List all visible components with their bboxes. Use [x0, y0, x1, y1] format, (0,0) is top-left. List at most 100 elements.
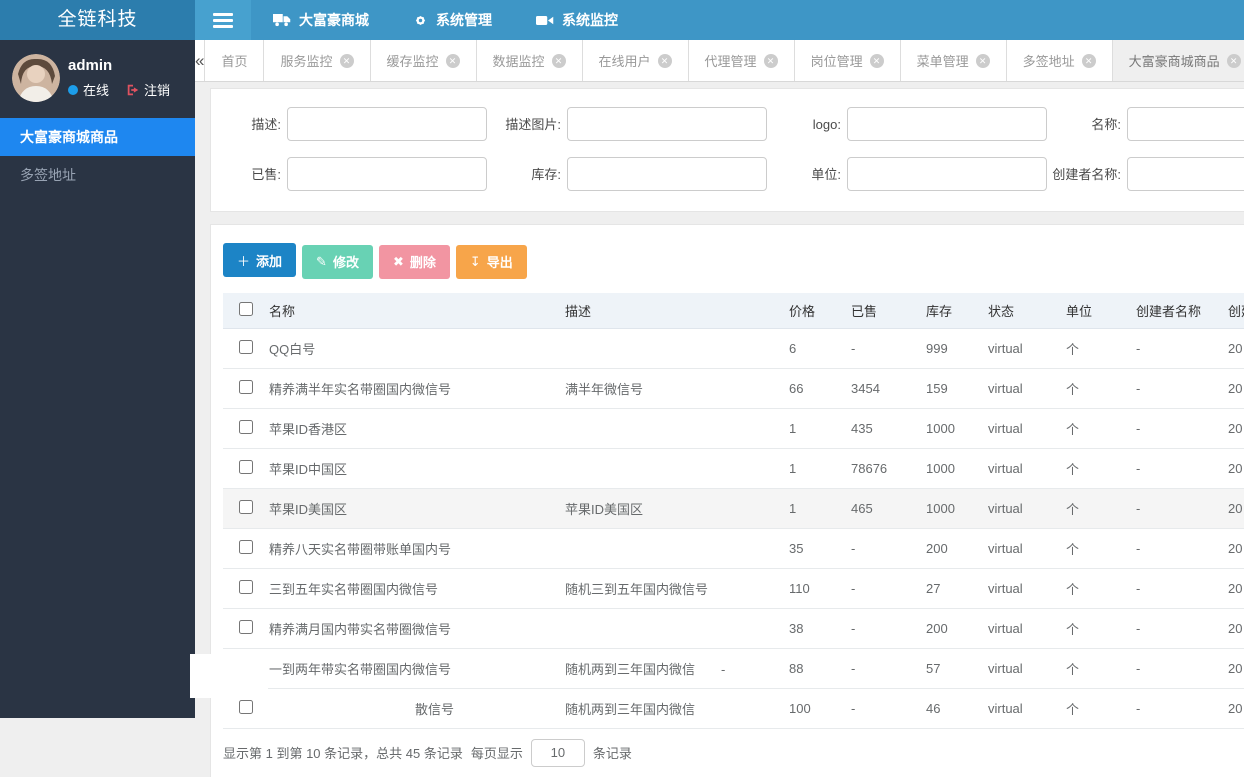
gear-icon [413, 13, 428, 28]
row-checkbox[interactable] [239, 579, 253, 594]
cell [559, 408, 783, 449]
field-input[interactable] [287, 107, 487, 141]
row-checkbox[interactable] [239, 419, 253, 434]
field-input[interactable] [847, 107, 1047, 141]
field-input[interactable] [567, 157, 767, 191]
select-all-checkbox[interactable] [239, 301, 253, 316]
tab-5[interactable]: 代理管理 ✕ [688, 40, 795, 81]
tab-3[interactable]: 数据监控 ✕ [476, 40, 583, 81]
tab-1[interactable]: 服务监控 ✕ [264, 40, 371, 81]
username: admin [68, 57, 113, 74]
cell: virtual [982, 688, 1060, 729]
tab-4[interactable]: 在线用户 ✕ [582, 40, 689, 81]
tab-close-icon[interactable]: ✕ [763, 53, 778, 68]
logout-icon [127, 84, 139, 95]
row-checkbox[interactable] [239, 699, 253, 714]
tab-close-icon[interactable]: ✕ [445, 53, 460, 68]
tab-7[interactable]: 菜单管理 ✕ [900, 40, 1007, 81]
cell: 1 [783, 448, 845, 489]
field-input[interactable] [567, 107, 767, 141]
row-checkbox[interactable] [239, 339, 253, 354]
cell: 20 [1222, 688, 1244, 729]
cell: 20 [1222, 608, 1244, 649]
page-size-select[interactable]: 10 [530, 738, 585, 767]
row-checkbox[interactable] [239, 499, 253, 514]
cell: virtual [982, 408, 1060, 449]
tab-close-icon[interactable]: ✕ [1226, 53, 1241, 68]
row-checkbox[interactable] [239, 459, 253, 474]
brand-logo: 全链科技 [0, 0, 195, 40]
table-row: 苹果ID香港区 1 435 1000 virtual 个 -20 [223, 408, 1244, 449]
row-checkbox[interactable] [239, 539, 253, 554]
row-checkbox[interactable] [239, 379, 253, 394]
edit-icon: ✎ [316, 253, 327, 269]
search-field-0-0: 描述: [211, 107, 491, 141]
topnav-item-2[interactable]: 系统监控 [514, 0, 640, 40]
tab-close-icon[interactable]: ✕ [551, 53, 566, 68]
tab-2[interactable]: 缓存监控 ✕ [370, 40, 477, 81]
cell: 159 [920, 368, 982, 409]
cell: 个 [1060, 688, 1130, 729]
search-field-1-1: 库存: [491, 157, 771, 191]
tab-9[interactable]: 大富豪商城商品 ✕ [1112, 40, 1244, 81]
column-header-2: 价格 [783, 292, 845, 329]
plus-icon: ＋ [237, 253, 251, 269]
export-button[interactable]: ↧ 导出 [455, 244, 527, 279]
field-label: 创建者名称: [1052, 166, 1121, 182]
cell: - [845, 568, 920, 609]
field-input[interactable] [1127, 107, 1244, 141]
tab-close-icon[interactable]: ✕ [339, 53, 354, 68]
tab-0[interactable]: 首页 [205, 40, 265, 81]
cell: - [845, 648, 920, 689]
cell: 57 [920, 648, 982, 689]
cell: - [1130, 568, 1222, 609]
tab-8[interactable]: 多签地址 ✕ [1006, 40, 1113, 81]
sidebar: admin 在线 注销 大富豪商城商品 多签地址 [0, 40, 195, 718]
sidebar-menu-item-1[interactable]: 多签地址 [0, 156, 195, 194]
cell: 1 [783, 488, 845, 529]
cell: 苹果ID中国区 [263, 448, 559, 489]
tab-close-icon[interactable]: ✕ [657, 53, 672, 68]
cell: 个 [1060, 608, 1130, 649]
add-button[interactable]: ＋添加 [223, 243, 297, 277]
sidebar-menu-item-0[interactable]: 大富豪商城商品 [0, 118, 195, 156]
table-header-row: 名称描述价格已售库存状态单位创建者名称创建时间 [223, 292, 1244, 329]
content: 描述: 描述图片: logo: 名称: 已售: 库存: 单位: 创建者名称: ＋添加 ✎ 修改 ✖ 删… [195, 82, 1244, 777]
column-header-8: 创建时间 [1222, 292, 1244, 329]
field-label: logo: [812, 116, 841, 132]
tab-6[interactable]: 岗位管理 ✕ [794, 40, 901, 81]
cell: 435 [845, 408, 920, 449]
cell: 苹果ID美国区 [559, 488, 783, 529]
topnav-item-0[interactable]: 大富豪商城 [251, 0, 391, 40]
tabs-scroll-left-button[interactable]: « [195, 40, 206, 81]
tab-close-icon[interactable]: ✕ [869, 53, 884, 68]
cell: 三到五年实名带圈国内微信号 [263, 568, 559, 609]
field-input[interactable] [847, 157, 1047, 191]
field-input[interactable] [287, 157, 487, 191]
table-row: 精养满半年实名带圈国内微信号 满半年微信号 66 3454 159 virtual 个 -20 [223, 368, 1244, 409]
field-input[interactable] [1127, 157, 1244, 191]
topnav-item-1[interactable]: 系统管理 [391, 0, 514, 40]
edit-button[interactable]: ✎ 修改 [302, 244, 373, 279]
user-panel: admin 在线 注销 [0, 40, 195, 118]
row-checkbox[interactable] [239, 619, 253, 634]
products-table: 名称描述价格已售库存状态单位创建者名称创建时间 QQ白号6-999virtual… [223, 292, 1244, 729]
cell: 苹果ID香港区 [263, 408, 559, 449]
cell: virtual [982, 528, 1060, 569]
cell: 88 [783, 648, 845, 689]
cell: virtual [982, 648, 1060, 689]
cell: 465 [845, 488, 920, 529]
cell: 随机两到三年国内微信 [559, 688, 783, 729]
download-icon: ↧ [469, 253, 481, 269]
cell: 46 [920, 688, 982, 729]
search-field-0-3: 名称: [1051, 107, 1244, 141]
tab-close-icon[interactable]: ✕ [975, 53, 990, 68]
column-header-0: 名称 [263, 292, 559, 329]
delete-button[interactable]: ✖ 删除 [378, 244, 450, 279]
table-row: 三到五年实名带圈国内微信号 随机三到五年国内微信号 110-27 virtual 个 -2… [223, 568, 1244, 609]
tab-close-icon[interactable]: ✕ [1081, 53, 1096, 68]
hamburger-menu-icon[interactable] [195, 0, 251, 40]
pagination: 显示第 1 到第 10 条记录，总共 45 条记录 每页显示 10 条记录 [223, 729, 1244, 777]
cell: 27 [920, 568, 982, 609]
logout-button[interactable]: 注销 [126, 80, 170, 99]
